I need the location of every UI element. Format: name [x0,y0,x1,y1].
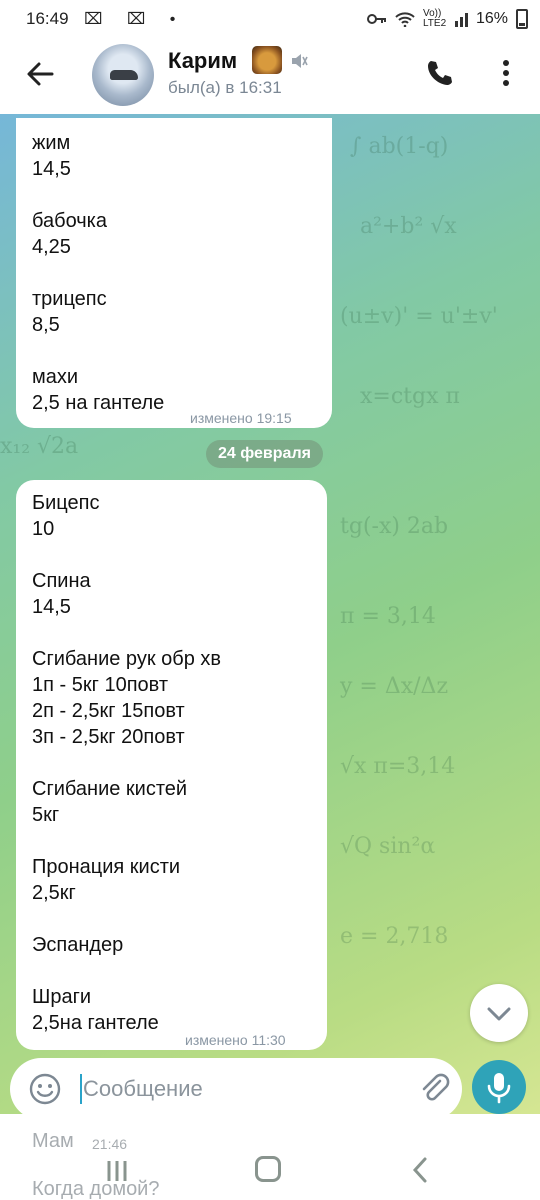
message-line: 5кг [32,804,60,826]
message-line: 3п - 2,5кг 20повт [32,726,185,748]
signal-icon [454,11,468,27]
message-line: 2п - 2,5кг 15повт [32,700,185,722]
paperclip-icon[interactable] [418,1072,452,1106]
message-line: Сгибание кистей [32,778,188,800]
message-line: 14,5 [32,158,71,180]
message-line: 8,5 [32,314,60,336]
status-bar: 16:49 ⌧ ⌧ • Vo)) LTE2 16% [0,0,540,38]
battery-icon [516,9,528,29]
network-label: Vo)) LTE2 [422,8,447,29]
emoji-status-icon [252,46,282,74]
message-line: 1п - 5кг 10повт [32,674,168,696]
message-edited-time: изменено 19:15 [190,410,292,426]
message-line: трицепс [32,288,107,310]
chat-area[interactable]: ∫ ab(1-q) a²+b² √x (u±v)' = u'±v' x=ctgx… [0,114,540,1114]
message-line: 2,5кг [32,882,76,904]
message-line: Эспандер [32,934,124,956]
message-composer: Сообщение [10,1058,462,1120]
microphone-icon [487,1073,511,1104]
message-line: Пронация кисти [32,856,181,878]
scroll-down-button[interactable] [470,984,528,1042]
contact-avatar[interactable] [92,44,154,106]
chevron-down-icon [487,1007,511,1021]
message-line: бабочка [32,210,107,232]
voice-record-button[interactable] [472,1060,526,1114]
message-line: Бицепс [32,492,100,514]
message-line: махи [32,366,79,388]
system-nav-bar [0,1150,540,1200]
message-bubble-2[interactable]: Бицепс 10 Спина 14,5 Сгибание рук обр хв… [16,480,327,1050]
phone-icon[interactable] [424,58,454,88]
last-seen-status: был(а) в 16:31 [168,78,282,97]
message-line: 10 [32,518,55,540]
underlay-message-text: Мам [32,1130,74,1152]
message-bubble-1[interactable]: жим 14,5 бабочка 4,25 трицепс 8,5 махи 2… [16,118,332,428]
contact-name[interactable]: Карим [168,48,237,74]
message-line: Шраги [32,986,92,1008]
more-menu-icon[interactable] [494,58,518,88]
recent-apps-icon[interactable] [104,1158,130,1184]
battery-percent: 16% [475,10,508,27]
wifi-icon [395,12,415,27]
status-right: Vo)) LTE2 16% [366,8,528,29]
message-edited-time: изменено 11:30 [185,1032,286,1048]
message-line: Спина [32,570,91,592]
status-time: 16:49 [26,9,69,28]
notification-icons: ⌧ ⌧ • [84,11,186,28]
nav-back-icon[interactable] [410,1156,430,1184]
message-line: 4,25 [32,236,71,258]
home-icon[interactable] [255,1156,281,1182]
mute-icon [292,54,308,68]
message-line: Сгибание рук обр хв [32,648,222,670]
key-icon [366,14,386,24]
message-input[interactable]: Сообщение [83,1076,203,1102]
message-line: 14,5 [32,596,71,618]
date-separator: 24 февраля [206,440,323,468]
emoji-icon[interactable] [28,1072,62,1106]
back-arrow-icon[interactable] [24,58,56,90]
chat-header: Карим был(а) в 16:31 [0,38,540,114]
message-line: жим [32,132,71,154]
text-caret [80,1074,82,1104]
